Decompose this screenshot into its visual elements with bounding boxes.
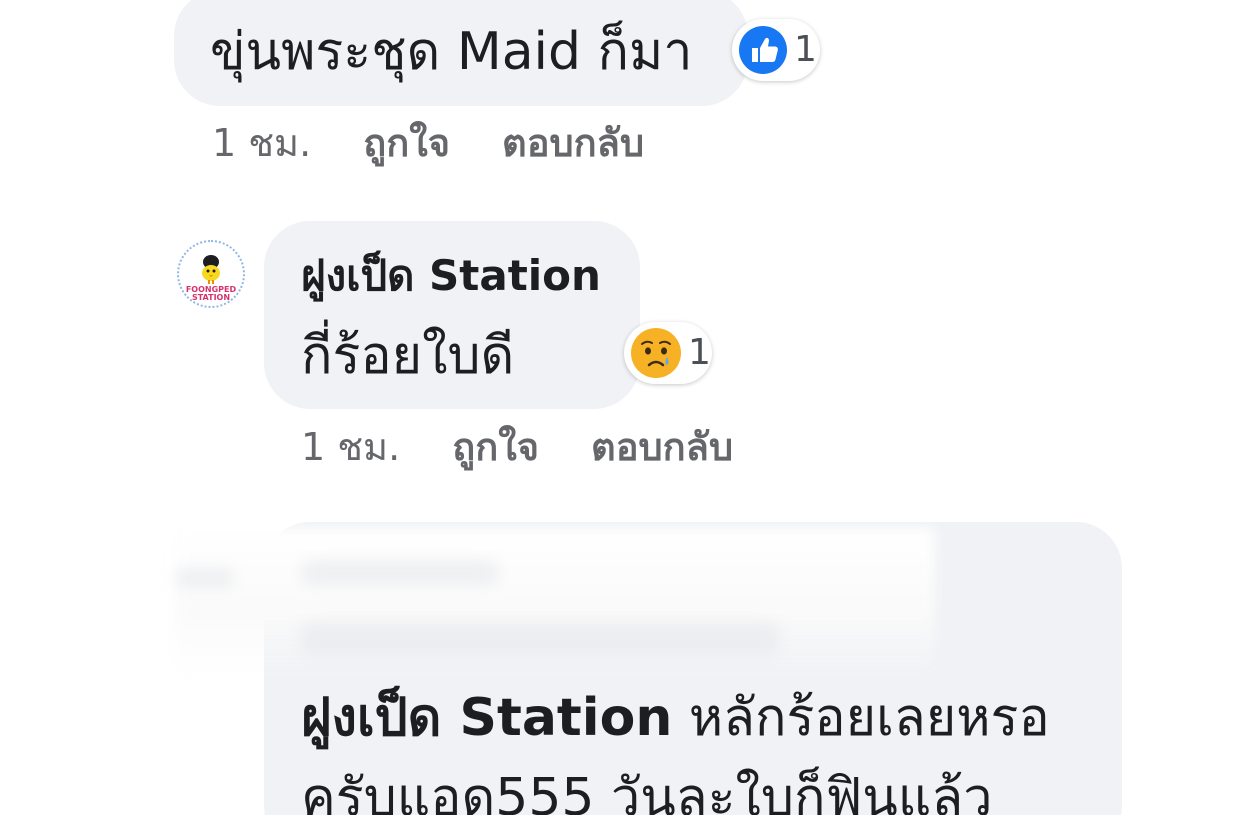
comment-author[interactable]: ฝูงเป็ด Station (301, 255, 601, 297)
like-icon (738, 25, 788, 75)
reaction-summary[interactable]: 1 (732, 19, 820, 81)
comment-timestamp: 1 ชม. (212, 121, 312, 165)
reply-link[interactable]: ตอบกลับ (591, 428, 733, 466)
reaction-count: 1 (688, 332, 711, 373)
redacted-line (300, 622, 780, 656)
like-link[interactable]: ถูกใจ (452, 428, 539, 466)
reaction-summary[interactable]: 1 (624, 322, 712, 384)
reply-line-1: ฝูงเป็ด Station หลักร้อยเลยหรอ (301, 692, 1050, 744)
comment-thread: ขุ่นพระชุด Maid ก็มา 1 1 ชม. ถูกใจ ตอบกล… (0, 0, 1242, 815)
redacted-line (175, 568, 235, 588)
mention-link[interactable]: ฝูงเป็ด Station (301, 688, 672, 748)
comment-actions: 1 ชม. ถูกใจ ตอบกลับ (301, 428, 785, 466)
avatar-label: FOONGPED STATION (185, 285, 237, 302)
reply-text: หลักร้อยเลยหรอ (672, 688, 1050, 748)
comment-text: ขุ่นพระชุด Maid ก็มา (210, 22, 693, 82)
comment-text: กี่ร้อยใบดี (301, 326, 515, 386)
redacted-line (300, 560, 500, 586)
reaction-count: 1 (794, 29, 817, 70)
comment-actions: 1 ชม. ถูกใจ ตอบกลับ (212, 124, 696, 162)
avatar[interactable]: FOONGPED STATION (177, 240, 245, 308)
sad-icon (630, 327, 682, 379)
reply-line-2: ครับแอด555 วันละใบก็ฟินแล้ว (301, 768, 993, 815)
comment-timestamp: 1 ชม. (301, 425, 401, 469)
like-link[interactable]: ถูกใจ (363, 124, 450, 162)
reply-link[interactable]: ตอบกลับ (502, 124, 644, 162)
